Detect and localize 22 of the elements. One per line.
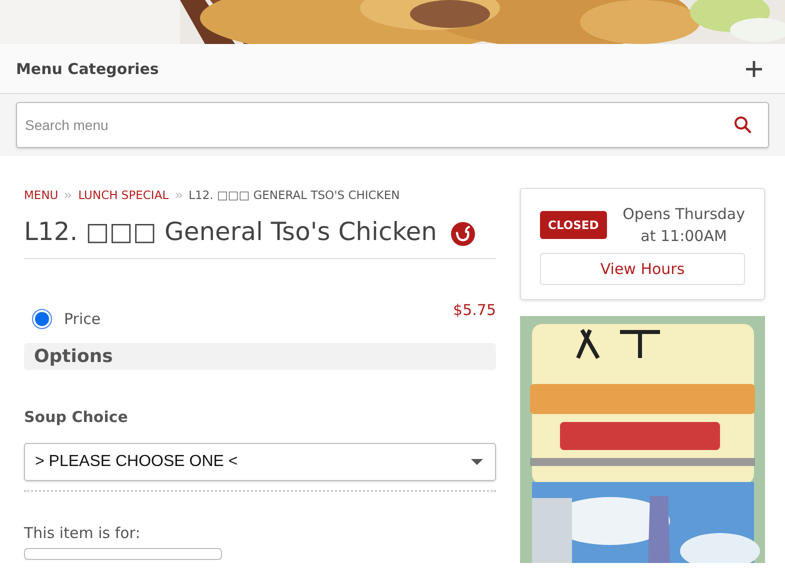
section-title: Menu Categories (16, 60, 159, 78)
field-label: Soup Choice (24, 408, 129, 426)
search-icon[interactable] (734, 116, 752, 134)
chevron-icon (174, 192, 183, 198)
item-title: L12. □□□ General Tso's Chicken (24, 216, 438, 246)
radio-button[interactable] (32, 309, 52, 329)
soup-choice-dropdown[interactable]: > PLEASE CHOOSE ONE < (24, 443, 496, 481)
search-field[interactable]: Search menu (16, 102, 769, 148)
opening-time: Opens Thursday at 11:00AM (622, 204, 745, 247)
status-badge: CLOSED (540, 211, 607, 239)
price-label: Price (64, 310, 101, 328)
options-header: Options (24, 343, 496, 370)
view-hours-button[interactable]: View Hours (540, 253, 745, 285)
name-input-field[interactable] (24, 548, 222, 560)
price-value: $5.75 (453, 301, 496, 319)
field-label: This item is for: (24, 524, 142, 542)
breadcrumb-link[interactable]: MENU (24, 188, 58, 202)
plus-icon[interactable] (745, 60, 763, 78)
breadcrumb-link[interactable]: LUNCH SPECIAL (78, 188, 169, 202)
caret-icon (471, 459, 483, 465)
chevron-icon (64, 192, 72, 198)
breadcrumb-current: L12. □□□ GENERAL TSO'S CHICKEN (188, 188, 400, 202)
